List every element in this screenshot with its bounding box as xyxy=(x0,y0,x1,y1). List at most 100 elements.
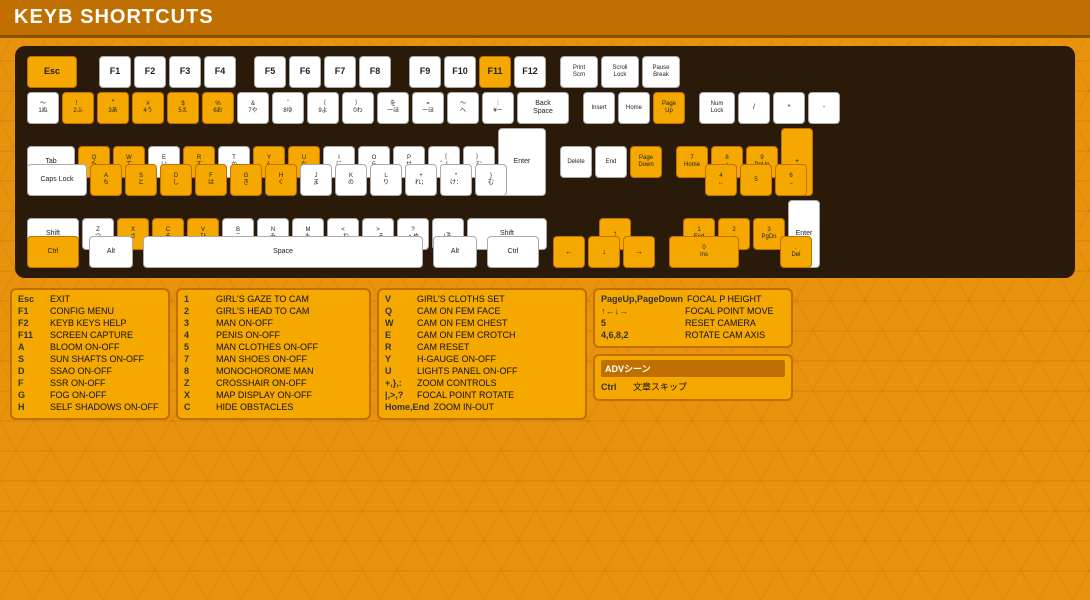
shortcut-esc: Esc EXIT xyxy=(18,294,162,304)
key-minus[interactable]: =ーほ xyxy=(412,92,444,124)
shortcut-f: F SSR ON-OFF xyxy=(18,378,162,388)
key-2[interactable]: ＂3あ xyxy=(97,92,129,124)
key-s[interactable]: Sと xyxy=(125,164,157,196)
key-left[interactable]: ← xyxy=(553,236,585,268)
key-semicolon[interactable]: +れ； xyxy=(405,164,437,196)
shortcut-a: A BLOOM ON-OFF xyxy=(18,342,162,352)
key-backslash[interactable]: }む xyxy=(475,164,507,196)
key-9[interactable]: ）0わ xyxy=(342,92,374,124)
shortcut-desc-f: SSR ON-OFF xyxy=(50,378,106,388)
shortcut-key-esc: Esc xyxy=(18,294,46,304)
key-a[interactable]: Aち xyxy=(90,164,122,196)
key-esc[interactable]: Esc xyxy=(27,56,77,88)
key-7[interactable]: ＇8ゆ xyxy=(272,92,304,124)
key-home[interactable]: Home xyxy=(618,92,650,124)
key-f[interactable]: Fは xyxy=(195,164,227,196)
adv-title: ADVシーン xyxy=(601,360,785,377)
key-backspace[interactable]: BackSpace xyxy=(517,92,569,124)
shortcut-f11: F11 SCREEN CAPTURE xyxy=(18,330,162,340)
key-f2[interactable]: F2 xyxy=(134,56,166,88)
key-1[interactable]: ！2ふ xyxy=(62,92,94,124)
key-f6[interactable]: F6 xyxy=(289,56,321,88)
shortcut-desc-f11: SCREEN CAPTURE xyxy=(50,330,133,340)
panel-left: Esc EXIT F1 CONFIG MENU F2 KEYB KEYS HEL… xyxy=(10,288,170,420)
key-f11[interactable]: F11 xyxy=(479,56,511,88)
key-space[interactable]: Space xyxy=(143,236,423,268)
shortcut-desc-1: GIRL'S GAZE TO CAM xyxy=(216,294,309,304)
key-numdel[interactable]: .Del xyxy=(780,236,812,268)
key-f3[interactable]: F3 xyxy=(169,56,201,88)
key-l[interactable]: Lり xyxy=(370,164,402,196)
key-printscr[interactable]: PrintScrn xyxy=(560,56,598,88)
key-f4[interactable]: F4 xyxy=(204,56,236,88)
shortcut-desc-x: MAP DISPLAY ON-OFF xyxy=(216,390,312,400)
key-ctrl-right[interactable]: Ctrl xyxy=(487,236,539,268)
key-k[interactable]: Kの xyxy=(335,164,367,196)
shortcut-key-w: W xyxy=(385,318,413,328)
key-ctrl-left[interactable]: Ctrl xyxy=(27,236,79,268)
key-3[interactable]: #4う xyxy=(132,92,164,124)
key-f5[interactable]: F5 xyxy=(254,56,286,88)
key-f8[interactable]: F8 xyxy=(359,56,391,88)
key-f7[interactable]: F7 xyxy=(324,56,356,88)
key-insert[interactable]: Insert xyxy=(583,92,615,124)
key-num5[interactable]: 5 xyxy=(740,164,772,196)
key-pageup[interactable]: PageUp xyxy=(653,92,685,124)
shortcut-key-2: 2 xyxy=(184,306,212,316)
shortcut-desc-v: GIRL'S CLOTHS SET xyxy=(417,294,505,304)
shortcut-desc-pgupdn: FOCAL P HEIGHT xyxy=(687,294,762,304)
shortcut-h: H SELF SHADOWS ON-OFF xyxy=(18,402,162,412)
shortcut-key-zoom: +,},: xyxy=(385,378,413,388)
shortcut-key-x: X xyxy=(184,390,212,400)
key-num-minus[interactable]: - xyxy=(808,92,840,124)
key-scrolllock[interactable]: ScrollLock xyxy=(601,56,639,88)
panel-mid1: 1 GIRL'S GAZE TO CAM 2 GIRL'S HEAD TO CA… xyxy=(176,288,371,420)
key-alt-left[interactable]: Alt xyxy=(89,236,133,268)
key-f10[interactable]: F10 xyxy=(444,56,476,88)
key-yen[interactable]: ｜¥ー xyxy=(482,92,514,124)
key-num4[interactable]: 4← xyxy=(705,164,737,196)
shortcut-desc-z: CROSSHAIR ON-OFF xyxy=(216,378,307,388)
key-num-slash[interactable]: / xyxy=(738,92,770,124)
key-alt-right[interactable]: Alt xyxy=(433,236,477,268)
shortcut-desc-4682: ROTATE CAM AXIS xyxy=(685,330,765,340)
key-f9[interactable]: F9 xyxy=(409,56,441,88)
key-4[interactable]: $5え xyxy=(167,92,199,124)
key-h[interactable]: Hく xyxy=(265,164,297,196)
shortcut-key-f: F xyxy=(18,378,46,388)
shortcut-key-c: C xyxy=(184,402,212,412)
key-quote[interactable]: *け： xyxy=(440,164,472,196)
key-tilde[interactable]: ～1ぬ xyxy=(27,92,59,124)
shortcut-key-h: H xyxy=(18,402,46,412)
key-num6[interactable]: 6→ xyxy=(775,164,807,196)
key-numlock[interactable]: NumLock xyxy=(699,92,735,124)
key-f1[interactable]: F1 xyxy=(99,56,131,88)
key-5[interactable]: %6お xyxy=(202,92,234,124)
key-0[interactable]: をーほ xyxy=(377,92,409,124)
key-num0[interactable]: 0Ins xyxy=(669,236,739,268)
key-down[interactable]: ↓ xyxy=(588,236,620,268)
key-d[interactable]: Dし xyxy=(160,164,192,196)
key-equal[interactable]: 〜へ xyxy=(447,92,479,124)
shortcut-desc-y: H-GAUGE ON-OFF xyxy=(417,354,496,364)
key-right[interactable]: → xyxy=(623,236,655,268)
shortcut-key-3: 3 xyxy=(184,318,212,328)
shortcut-desc-c: HIDE OBSTACLES xyxy=(216,402,293,412)
shortcut-key-e: E xyxy=(385,330,413,340)
key-6[interactable]: &7や xyxy=(237,92,269,124)
panel-cam: PageUp,PageDown FOCAL P HEIGHT ↑←↓→ FOCA… xyxy=(593,288,793,348)
shortcut-key-5reset: 5 xyxy=(601,318,681,328)
key-g[interactable]: Gき xyxy=(230,164,262,196)
key-f12[interactable]: F12 xyxy=(514,56,546,88)
key-j[interactable]: Jま xyxy=(300,164,332,196)
keyboard: Esc F1 F2 F3 F4 F5 F6 F7 F8 F9 F10 F11 F… xyxy=(15,46,1075,278)
shortcut-desc-a: BLOOM ON-OFF xyxy=(50,342,120,352)
shortcut-desc-7: MAN SHOES ON-OFF xyxy=(216,354,307,364)
panel-right: PageUp,PageDown FOCAL P HEIGHT ↑←↓→ FOCA… xyxy=(593,288,793,420)
key-8[interactable]: （9よ xyxy=(307,92,339,124)
panel-adv: ADVシーン Ctrl 文章スキップ xyxy=(593,354,793,401)
key-caps[interactable]: Caps Lock xyxy=(27,164,87,196)
key-pause[interactable]: PauseBreak xyxy=(642,56,680,88)
key-num-star[interactable]: * xyxy=(773,92,805,124)
shortcut-f1: F1 CONFIG MENU xyxy=(18,306,162,316)
